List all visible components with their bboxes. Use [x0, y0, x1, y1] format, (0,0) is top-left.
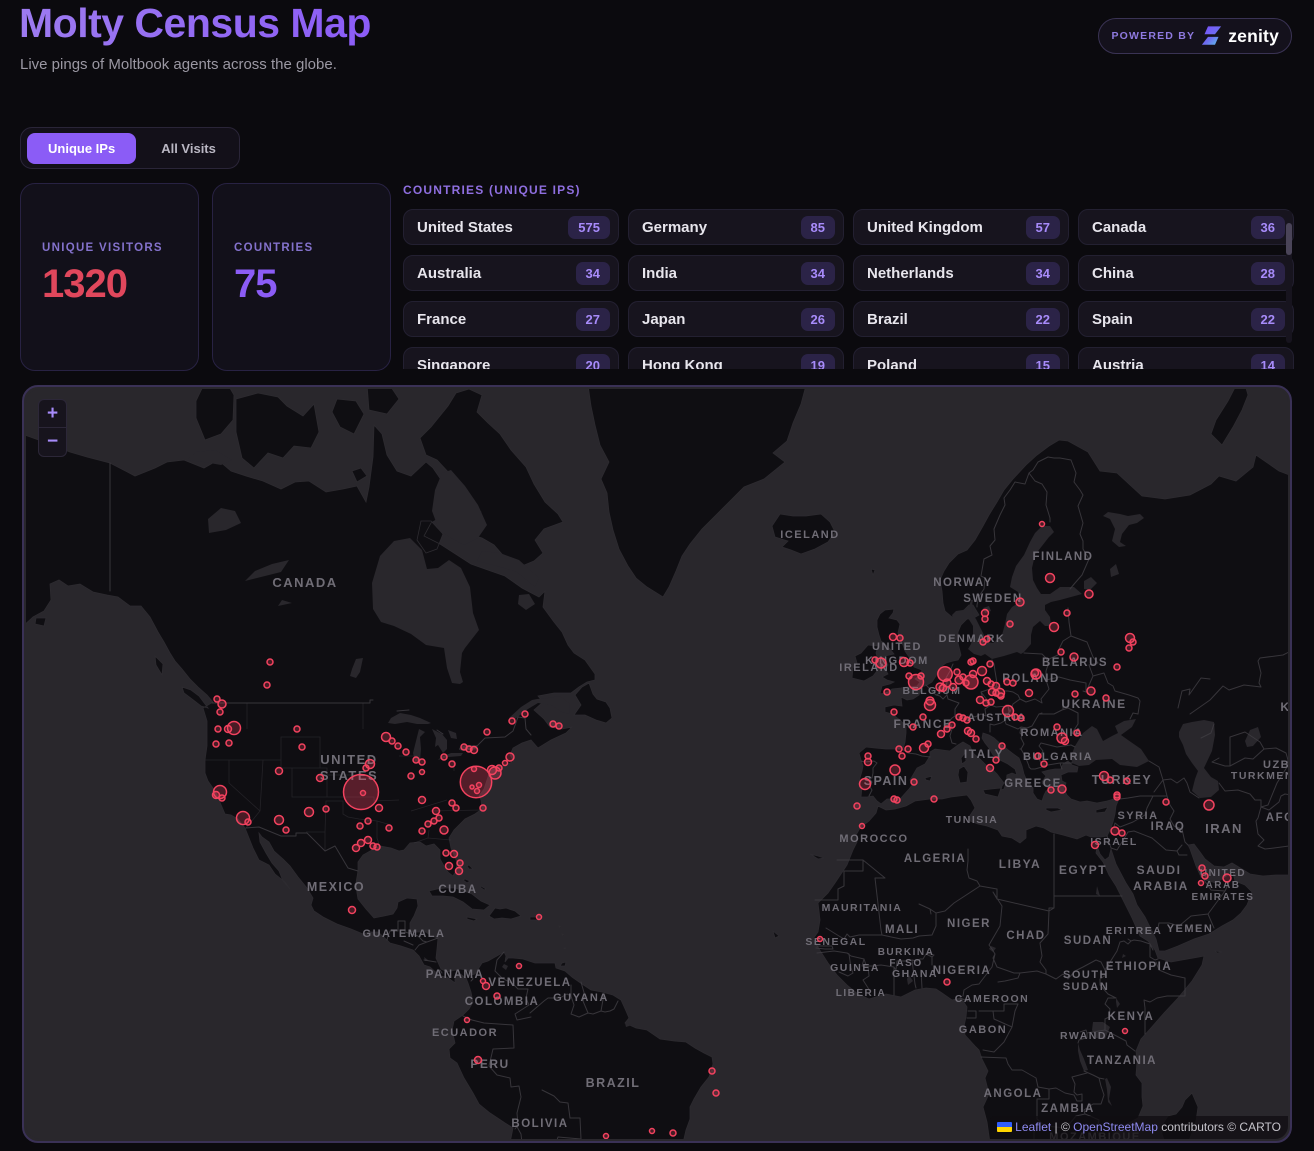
svg-text:CHAD: CHAD — [1006, 930, 1045, 942]
svg-text:LIBERIA: LIBERIA — [836, 988, 887, 999]
svg-text:BOLIVIA: BOLIVIA — [511, 1118, 568, 1130]
svg-text:GUINEA: GUINEA — [830, 962, 880, 974]
svg-text:MAURITANIA: MAURITANIA — [822, 902, 903, 914]
svg-text:CAMEROON: CAMEROON — [955, 993, 1029, 1005]
svg-text:DENMARK: DENMARK — [939, 633, 1006, 645]
svg-text:CANADA: CANADA — [272, 575, 337, 590]
svg-text:KAZA: KAZA — [1280, 700, 1288, 714]
svg-text:LIBYA: LIBYA — [999, 857, 1041, 871]
svg-text:PANAMA: PANAMA — [426, 969, 485, 981]
svg-text:CUBA: CUBA — [438, 884, 477, 896]
svg-text:TANZANIA: TANZANIA — [1087, 1055, 1157, 1067]
svg-text:MALI: MALI — [885, 924, 919, 936]
svg-text:VENEZUELA: VENEZUELA — [488, 977, 571, 989]
svg-text:AFGHA: AFGHA — [1266, 812, 1288, 824]
svg-text:ECUADOR: ECUADOR — [432, 1027, 498, 1039]
svg-text:TUNISIA: TUNISIA — [946, 814, 999, 826]
svg-text:ERITREA: ERITREA — [1106, 925, 1163, 937]
svg-text:BRAZIL: BRAZIL — [586, 1076, 641, 1090]
svg-text:SWEDEN: SWEDEN — [963, 593, 1022, 605]
svg-text:RWANDA: RWANDA — [1060, 1030, 1116, 1042]
svg-text:NORWAY: NORWAY — [933, 577, 993, 589]
svg-text:NIGERIA: NIGERIA — [933, 965, 991, 977]
svg-text:UKRAINE: UKRAINE — [1061, 697, 1126, 711]
svg-text:MEXICO: MEXICO — [307, 880, 365, 894]
svg-text:GUYANA: GUYANA — [553, 992, 609, 1004]
svg-text:NIGER: NIGER — [947, 918, 991, 930]
svg-text:ARABIA: ARABIA — [1133, 879, 1189, 893]
svg-text:ANGOLA: ANGOLA — [984, 1088, 1043, 1100]
svg-text:ZAMBIA: ZAMBIA — [1041, 1103, 1095, 1115]
svg-text:EMIRATES: EMIRATES — [1192, 892, 1255, 903]
svg-text:BULGARIA: BULGARIA — [1023, 751, 1093, 763]
svg-text:ARAB: ARAB — [1206, 880, 1241, 891]
svg-text:ICELAND: ICELAND — [780, 529, 839, 541]
svg-text:GABON: GABON — [959, 1024, 1007, 1036]
svg-text:MOROCCO: MOROCCO — [839, 833, 908, 845]
svg-text:KENYA: KENYA — [1108, 1011, 1155, 1023]
svg-text:SAUDI: SAUDI — [1137, 863, 1182, 877]
svg-text:TURKMENISTA: TURKMENISTA — [1231, 770, 1288, 782]
svg-text:ALGERIA: ALGERIA — [904, 853, 966, 865]
svg-text:SOUTH: SOUTH — [1063, 969, 1109, 981]
svg-text:GHANA: GHANA — [892, 968, 938, 980]
svg-text:IRAQ: IRAQ — [1151, 821, 1186, 833]
svg-text:FINLAND: FINLAND — [1033, 551, 1094, 563]
svg-text:COLOMBIA: COLOMBIA — [465, 996, 540, 1008]
svg-text:GUATEMALA: GUATEMALA — [363, 928, 446, 940]
svg-text:YEMEN: YEMEN — [1167, 923, 1214, 935]
svg-text:SUDAN: SUDAN — [1063, 981, 1110, 993]
svg-text:IRAN: IRAN — [1205, 821, 1243, 836]
svg-text:SENEGAL: SENEGAL — [805, 936, 866, 948]
svg-text:UNITED: UNITED — [872, 641, 922, 653]
svg-text:ETHIOPIA: ETHIOPIA — [1106, 961, 1172, 973]
svg-text:EGYPT: EGYPT — [1059, 863, 1107, 877]
svg-text:IRELAND: IRELAND — [839, 662, 898, 674]
svg-text:BURKINA: BURKINA — [878, 947, 935, 958]
